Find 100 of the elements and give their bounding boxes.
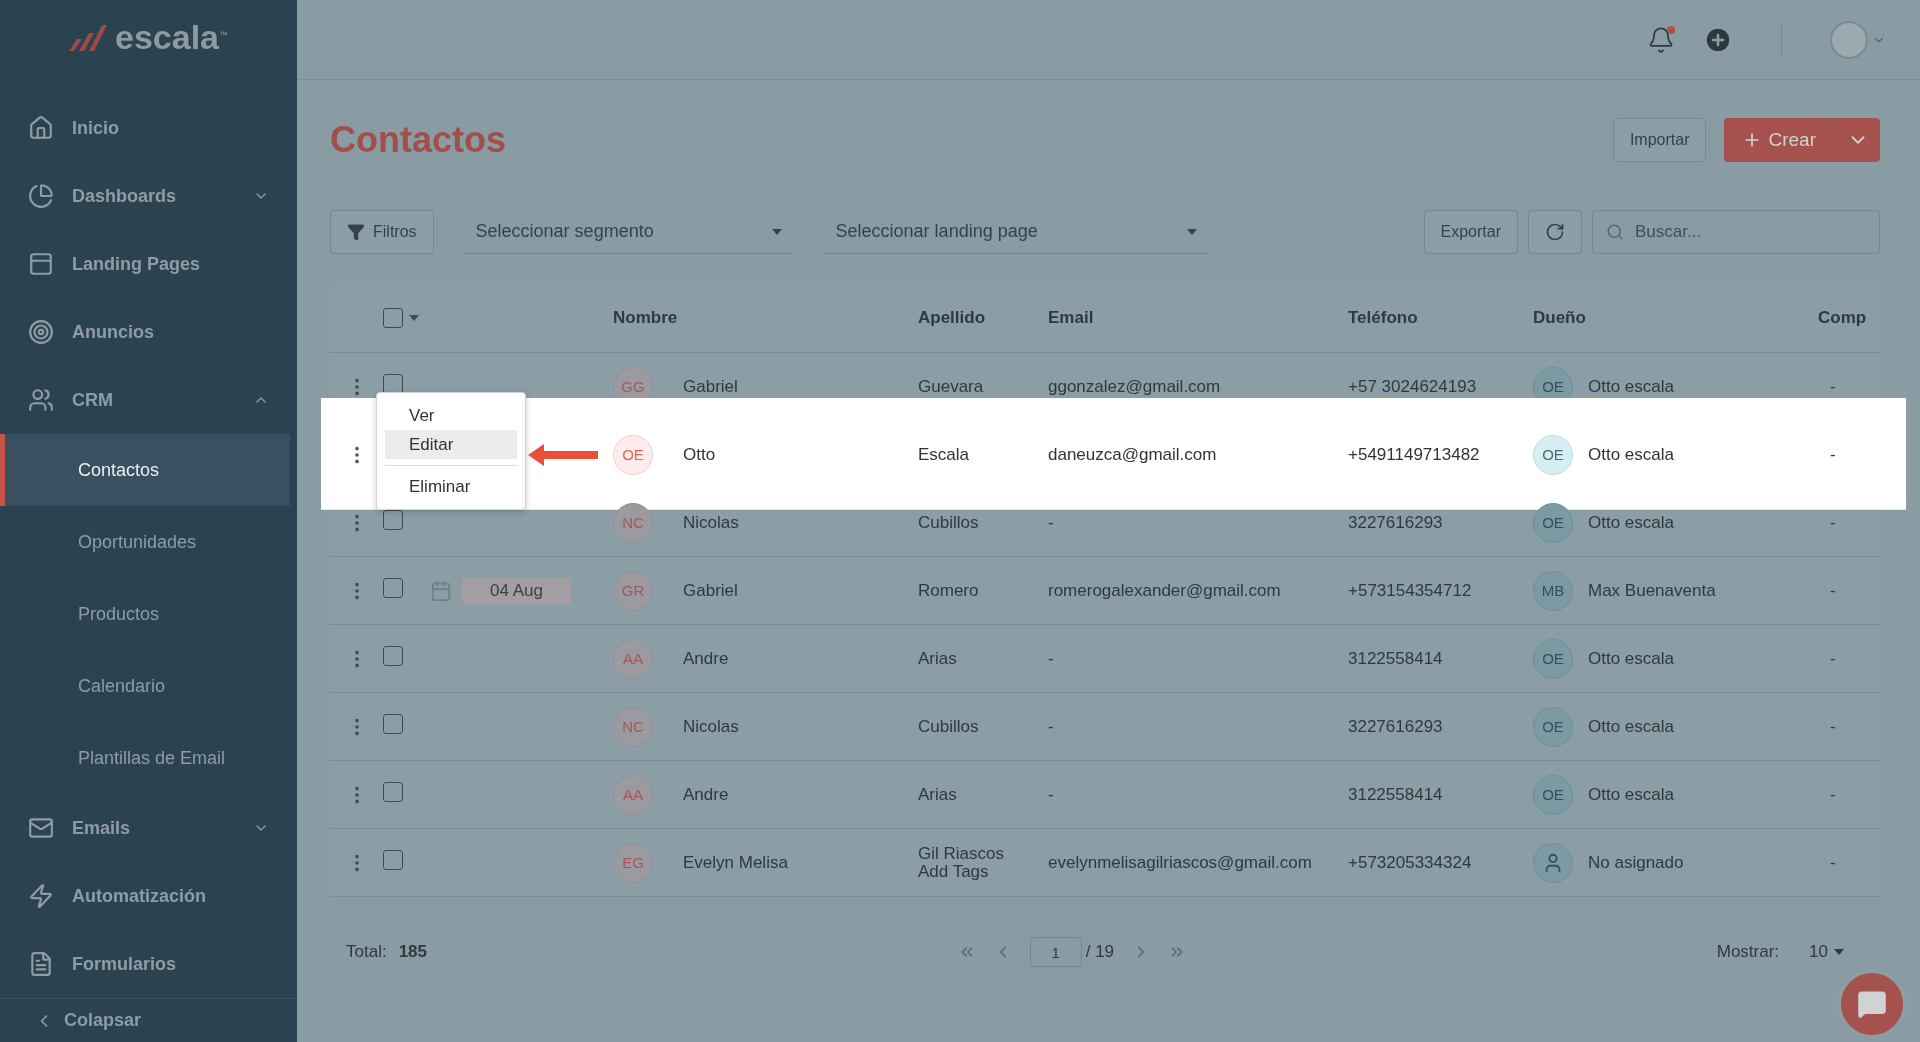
nav-item[interactable]: Landing Pages (0, 230, 297, 299)
select-all-checkbox[interactable] (383, 307, 403, 328)
filter-button[interactable]: Filtros (330, 210, 434, 254)
filter-icon (347, 223, 365, 241)
table-cell-text: Guevara (918, 376, 985, 397)
avatar-initials: OE (1533, 434, 1573, 475)
table-cell-text: 3122558414 (1348, 648, 1444, 669)
table-cell-text: Escala (918, 444, 971, 465)
row-checkbox[interactable] (383, 782, 403, 802)
landing-page-select[interactable]: Seleccionar landing page (823, 210, 1209, 254)
search-field[interactable]: Buscar... (1592, 210, 1880, 254)
table-cell-text: Cubillos (918, 512, 980, 533)
table-cell-text: - (1829, 852, 1837, 873)
menu-item[interactable]: Eliminar (385, 472, 517, 501)
avatar-initials: OE (1533, 706, 1573, 747)
caret-icon (771, 228, 782, 235)
table-cell-text: Andre (683, 784, 730, 805)
table-cell-text: - (1829, 376, 1837, 397)
row-checkbox[interactable] (383, 510, 403, 530)
table-cell-text: - (1829, 512, 1837, 533)
bell-icon[interactable] (1647, 25, 1675, 54)
segment-select[interactable]: Seleccionar segmento (463, 210, 794, 254)
menu-item[interactable]: Ver (385, 401, 517, 430)
document-icon (28, 951, 54, 978)
page-title: Contactos (330, 119, 507, 161)
menu-item[interactable]: Editar (385, 430, 517, 460)
avatar-initials: MB (1533, 570, 1573, 611)
table-cell-text: Arias (918, 784, 958, 805)
create-button[interactable]: Crear (1724, 118, 1834, 162)
table-cell-text: romerogalexander@gmail.com (1048, 580, 1282, 601)
page-count: / 19 (1085, 942, 1115, 962)
row-checkbox[interactable] (383, 714, 403, 734)
avatar-initials: GR (613, 570, 653, 611)
user-icon (1533, 842, 1573, 883)
table-cell-text: Otto escala (1588, 716, 1675, 737)
import-button[interactable]: Importar (1612, 118, 1707, 162)
pointer-arrow (528, 444, 598, 466)
nav-item[interactable]: Formularios (0, 930, 297, 999)
pie-chart-icon (28, 183, 54, 210)
table-cell-text: - (1829, 648, 1837, 669)
total-label: Total: (346, 942, 387, 962)
row-checkbox[interactable] (383, 578, 403, 598)
nav-item[interactable]: Emails (0, 794, 297, 863)
column-header: Dueño (1533, 307, 1587, 328)
table-cell-text: 3227616293 (1348, 716, 1444, 737)
add-tags-link[interactable]: Add Tags (918, 862, 1048, 881)
table-cell-text: - (1829, 716, 1837, 737)
caret-icon (1186, 228, 1197, 235)
nav-item[interactable]: Inicio (0, 94, 297, 163)
table-cell-text: - (1048, 716, 1055, 737)
caret-icon[interactable] (409, 314, 419, 321)
table-cell-text: Otto escala (1588, 512, 1675, 533)
column-header: Comp (1818, 307, 1868, 328)
avatar-initials: EG (613, 842, 653, 883)
table-cell-text: daneuzca@gmail.com (1048, 444, 1218, 465)
table-cell-text: Evelyn Melisa (683, 852, 789, 873)
table-cell-text: Andre (683, 648, 730, 669)
table-cell-text: - (1048, 784, 1055, 805)
table-cell-text: No asignado (1588, 852, 1685, 873)
lightning-icon (28, 883, 54, 910)
table-cell-text: Max Buenaventa (1588, 580, 1717, 601)
table-cell-text: +573154354712 (1348, 580, 1473, 601)
avatar-initials: OE (613, 434, 653, 475)
table-cell-text: +573205334324 (1348, 852, 1473, 873)
refresh-button[interactable] (1528, 210, 1582, 254)
column-header: Email (1048, 307, 1095, 328)
export-button[interactable]: Exportar (1423, 210, 1518, 254)
nav-subitem[interactable]: Contactos (0, 434, 290, 507)
nav-subitem[interactable]: Plantillas de Email (0, 722, 290, 795)
nav-subitem[interactable]: Productos (0, 578, 290, 651)
table-cell-text: Cubillos (918, 716, 980, 737)
avatar-initials: AA (613, 638, 653, 679)
table-cell-text: Nicolas (683, 512, 740, 533)
table-cell-text: - (1829, 784, 1837, 805)
nav-item[interactable]: CRM (0, 366, 297, 435)
row-checkbox[interactable] (383, 850, 403, 870)
nav-subitem[interactable]: Oportunidades (0, 506, 290, 579)
home-icon (28, 115, 54, 142)
nav-item[interactable]: Automatización (0, 862, 297, 931)
page-input[interactable]: 1 (1029, 937, 1082, 967)
trademark: ™ (219, 30, 228, 40)
chat-icon (1857, 989, 1887, 1019)
table-cell-text: Nicolas (683, 716, 740, 737)
nav-subitem[interactable]: Calendario (0, 650, 290, 723)
table-cell-text: +57 3024624193 (1348, 376, 1478, 397)
nav-item[interactable]: Anuncios (0, 298, 297, 367)
table-cell-text: Otto escala (1588, 376, 1675, 397)
table-cell-text: Gabriel (683, 580, 739, 601)
dropdown-button[interactable] (1834, 118, 1880, 162)
refresh-icon (1545, 222, 1565, 242)
table-cell-text: Otto escala (1588, 784, 1675, 805)
table-cell-text: +5491149713482 (1348, 444, 1481, 465)
avatar-initials: OE (1533, 638, 1573, 679)
table-cell-text: Gabriel (683, 376, 739, 397)
table-cell-text: - (1048, 512, 1055, 533)
page-size-select[interactable]: 10 (1809, 942, 1844, 962)
caret-icon (1834, 949, 1844, 955)
nav-item[interactable]: Dashboards (0, 162, 297, 231)
column-header: Nombre (613, 307, 679, 328)
row-checkbox[interactable] (383, 646, 403, 666)
